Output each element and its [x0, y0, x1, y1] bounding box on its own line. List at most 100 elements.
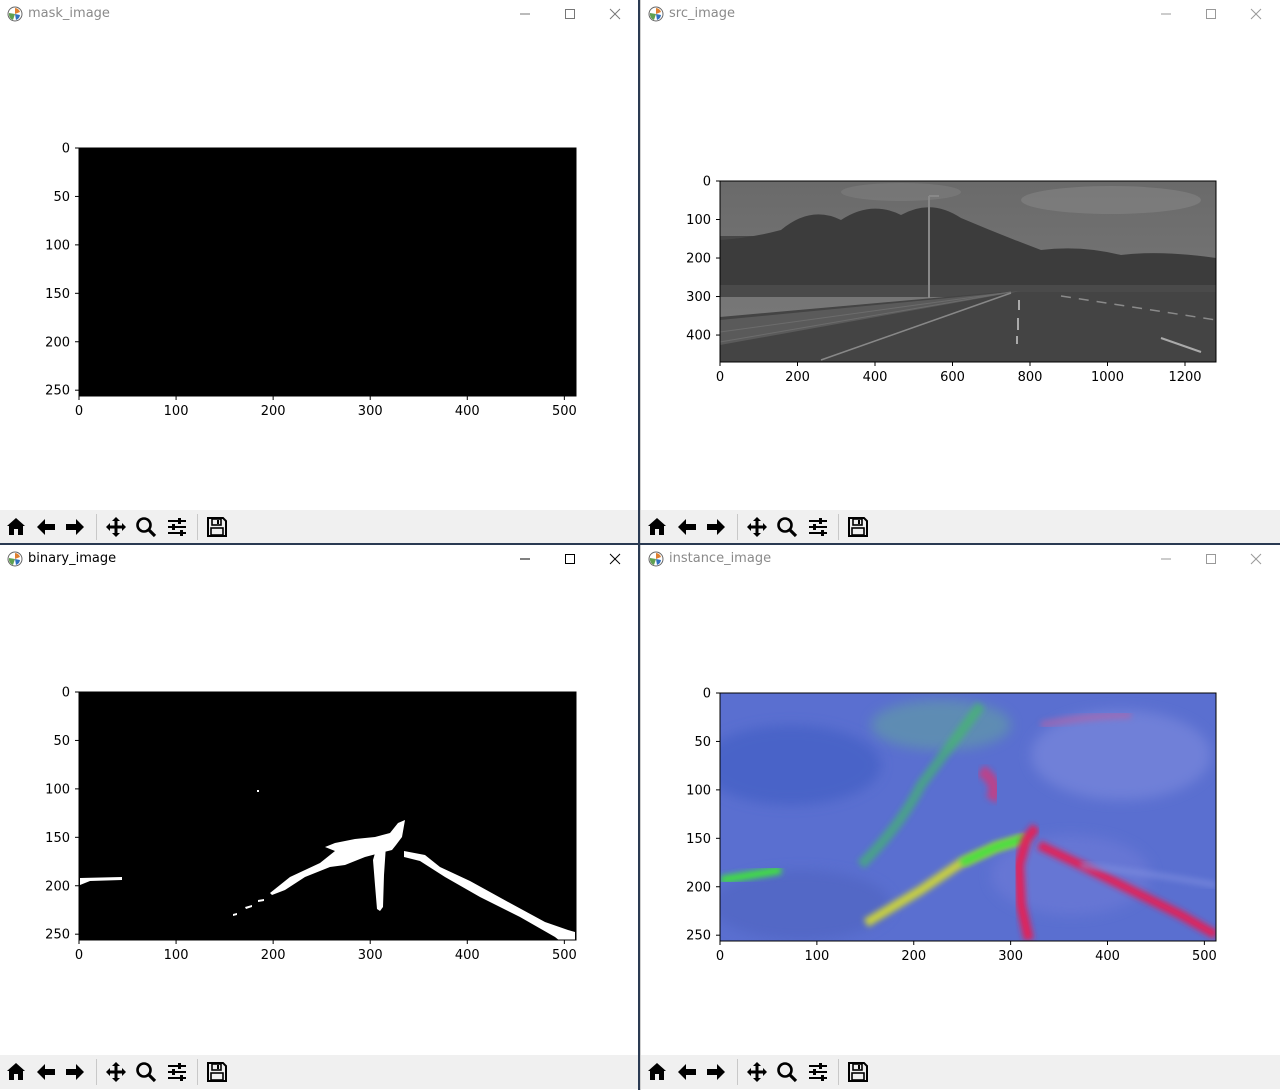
zoom-icon: [777, 517, 798, 538]
instance-figure-canvas[interactable]: 0 100 200 300 400 500 0 50 100 150 200 250: [641, 545, 1280, 1050]
y-tick-label: 250: [45, 928, 70, 943]
save-icon: [848, 1062, 868, 1082]
forward-arrow-button[interactable]: [702, 512, 730, 542]
forward-arrow-button[interactable]: [702, 1057, 730, 1087]
back-arrow-button[interactable]: [673, 512, 701, 542]
configure-subplots-button[interactable]: [163, 1057, 191, 1087]
save-icon: [848, 517, 868, 537]
home-button[interactable]: [643, 512, 671, 542]
binary-figure-canvas[interactable]: 0 100 200 300 400 500 0 50 100 150 200 250: [0, 545, 638, 1050]
y-tick-label: 200: [45, 335, 70, 350]
x-tick-label: 1200: [1168, 370, 1201, 385]
y-tick-label: 200: [686, 252, 711, 267]
home-icon: [648, 1063, 666, 1080]
y-tick-label: 100: [45, 238, 70, 253]
pan-button[interactable]: [102, 1057, 130, 1087]
zoom-icon: [136, 1062, 157, 1083]
y-tick-label: 100: [686, 213, 711, 228]
zoom-icon: [136, 517, 157, 538]
save-icon: [207, 1062, 227, 1082]
y-tick-label: 0: [62, 142, 70, 157]
y-tick-label: 150: [45, 831, 70, 846]
save-button[interactable]: [844, 512, 872, 542]
configure-subplots-icon: [168, 1063, 186, 1081]
home-button[interactable]: [2, 1057, 30, 1087]
y-tick-label: 50: [694, 735, 711, 750]
y-tick-label: 200: [686, 880, 711, 895]
y-tick-label: 400: [686, 329, 711, 344]
forward-arrow-button[interactable]: [61, 1057, 89, 1087]
x-tick-label: 600: [940, 370, 965, 385]
instance-image-window: instance_image 0 100 200 300 400 500 0 5…: [640, 545, 1280, 1090]
zoom-button[interactable]: [132, 512, 160, 542]
zoom-button[interactable]: [773, 512, 801, 542]
x-tick-label: 500: [1192, 949, 1217, 964]
forward-arrow-icon: [707, 519, 725, 535]
pan-button[interactable]: [743, 1057, 771, 1087]
back-arrow-icon: [37, 519, 55, 535]
pan-button[interactable]: [743, 512, 771, 542]
src-figure-canvas[interactable]: 0 200 400 600 800 1000 1200 0 100 200 300 400: [641, 0, 1280, 505]
toolbar-separator: [838, 1059, 839, 1085]
x-tick-label: 200: [261, 948, 286, 963]
zoom-button[interactable]: [132, 1057, 160, 1087]
x-tick-label: 200: [901, 949, 926, 964]
x-tick-label: 0: [716, 370, 724, 385]
configure-subplots-icon: [168, 518, 186, 536]
pan-button[interactable]: [102, 512, 130, 542]
toolbar-separator: [737, 1059, 738, 1085]
save-icon: [207, 517, 227, 537]
mask-image-window: mask_image 0 100 200 300 400 500 0 50 100 150 200 2…: [0, 0, 638, 543]
navigation-toolbar: [641, 1055, 1280, 1089]
y-tick-label: 200: [45, 879, 70, 894]
configure-subplots-button[interactable]: [804, 1057, 832, 1087]
x-tick-label: 500: [552, 948, 577, 963]
x-tick-label: 0: [75, 948, 83, 963]
x-tick-label: 400: [455, 948, 480, 963]
toolbar-separator: [737, 514, 738, 540]
toolbar-separator: [197, 514, 198, 540]
src-image-window: src_image 0 200 400 600 800 1000 1200 0 …: [640, 0, 1280, 543]
save-button[interactable]: [203, 512, 231, 542]
pan-icon: [747, 1062, 767, 1082]
y-tick-label: 0: [62, 686, 70, 701]
mask-figure-canvas[interactable]: 0 100 200 300 400 500 0 50 100 150 200 250: [0, 0, 638, 505]
y-tick-label: 250: [686, 929, 711, 944]
x-tick-label: 200: [785, 370, 810, 385]
navigation-toolbar: [0, 510, 638, 543]
configure-subplots-button[interactable]: [163, 512, 191, 542]
zoom-button[interactable]: [773, 1057, 801, 1087]
home-icon: [648, 518, 666, 535]
forward-arrow-icon: [66, 519, 84, 535]
forward-arrow-button[interactable]: [61, 512, 89, 542]
y-tick-label: 150: [686, 832, 711, 847]
toolbar-separator: [838, 514, 839, 540]
forward-arrow-icon: [66, 1064, 84, 1080]
save-button[interactable]: [844, 1057, 872, 1087]
x-tick-label: 100: [164, 948, 189, 963]
configure-subplots-icon: [809, 518, 827, 536]
toolbar-separator: [96, 1059, 97, 1085]
configure-subplots-button[interactable]: [804, 512, 832, 542]
y-tick-label: 0: [703, 687, 711, 702]
instance-embedding-image: [720, 693, 1216, 941]
x-tick-label: 1000: [1091, 370, 1124, 385]
back-arrow-button[interactable]: [32, 1057, 60, 1087]
home-button[interactable]: [2, 512, 30, 542]
configure-subplots-icon: [809, 1063, 827, 1081]
pan-icon: [106, 1062, 126, 1082]
x-tick-label: 300: [998, 949, 1023, 964]
save-button[interactable]: [203, 1057, 231, 1087]
x-tick-label: 400: [455, 404, 480, 419]
back-arrow-button[interactable]: [673, 1057, 701, 1087]
y-tick-label: 250: [45, 384, 70, 399]
back-arrow-icon: [678, 519, 696, 535]
x-tick-label: 400: [1095, 949, 1120, 964]
binary-image-window: binary_image 0 100 200 300 400 500 0 50 100 150 20…: [0, 545, 638, 1090]
x-tick-label: 100: [164, 404, 189, 419]
x-tick-label: 0: [75, 404, 83, 419]
pan-icon: [106, 517, 126, 537]
back-arrow-button[interactable]: [32, 512, 60, 542]
home-icon: [7, 518, 25, 535]
home-button[interactable]: [643, 1057, 671, 1087]
